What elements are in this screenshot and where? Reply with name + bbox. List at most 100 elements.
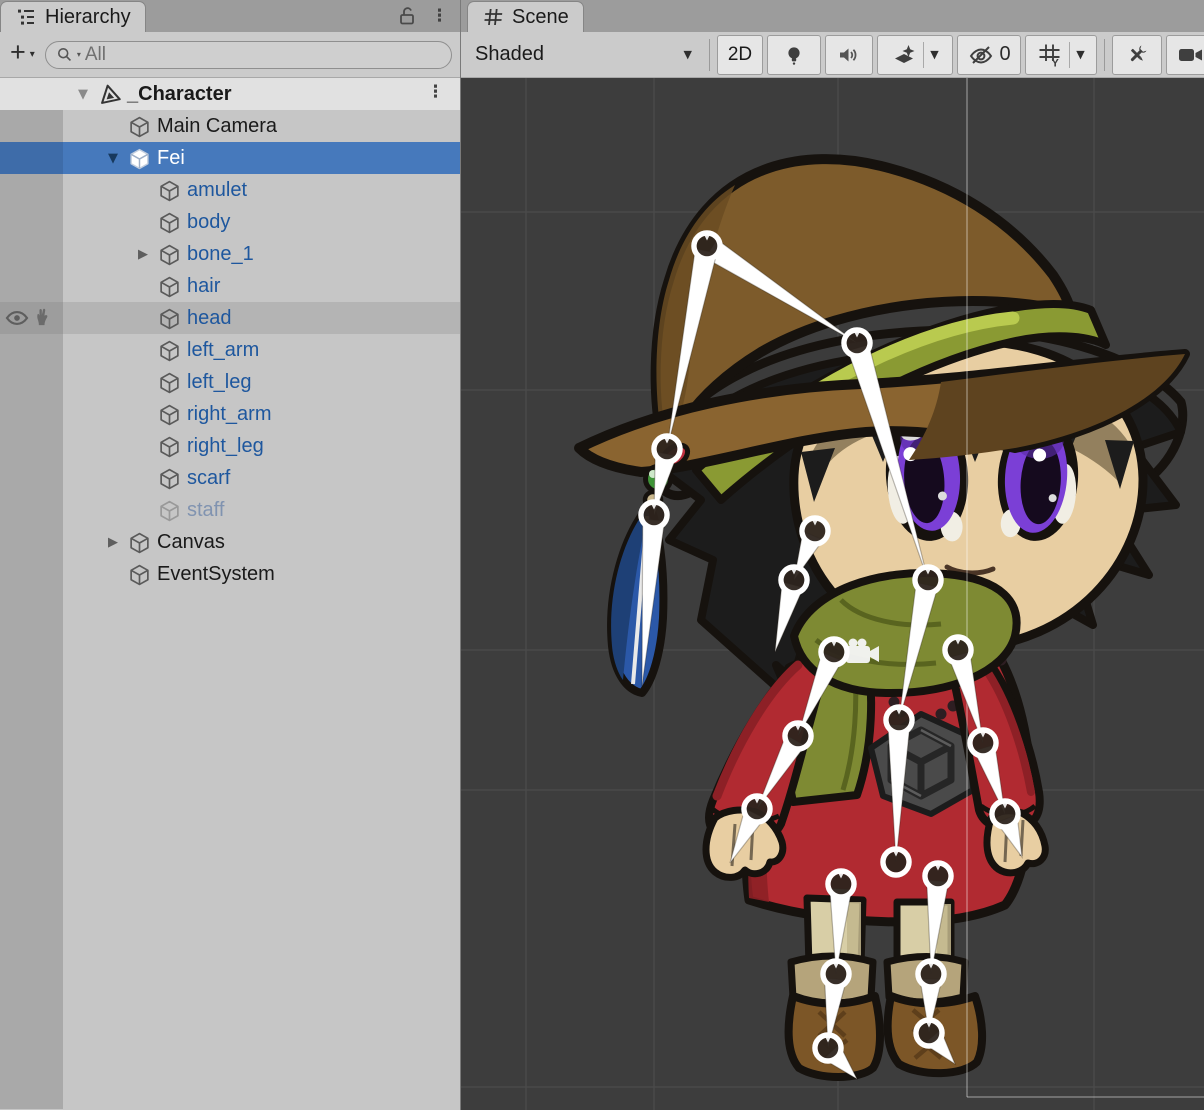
cube-icon [158, 339, 181, 362]
scene-canvas[interactable] [461, 78, 1204, 1110]
customize-tools-button[interactable] [1112, 35, 1162, 75]
hierarchy-row-body[interactable]: body [0, 206, 460, 238]
hierarchy-toolbar: + ▾ ▾ [0, 32, 460, 78]
row-label: scarf [187, 467, 230, 490]
hierarchy-row-Main Camera[interactable]: Main Camera [0, 110, 460, 142]
gameobject-icon [156, 209, 182, 235]
add-object-dropdown-icon[interactable]: ▾ [30, 49, 35, 60]
row-label: Main Camera [157, 115, 277, 138]
hierarchy-panel: Hierarchy ⋮ + ▾ [0, 0, 460, 1110]
hierarchy-row-right_leg[interactable]: right_leg [0, 430, 460, 462]
hierarchy-row-Fei[interactable]: ▼ Fei [0, 142, 460, 174]
lighting-toggle-button[interactable] [767, 35, 821, 75]
gameobject-icon [156, 465, 182, 491]
draw-mode-caret-icon: ▼ [684, 48, 692, 61]
2d-toggle-button[interactable]: 2D [717, 35, 763, 75]
cube-icon [128, 563, 151, 586]
row-label: EventSystem [157, 563, 275, 586]
row-visibility-controls[interactable] [4, 305, 56, 331]
cube-icon [158, 499, 181, 522]
eye-icon[interactable] [4, 305, 30, 331]
scene-options-icon[interactable]: ⋮ [427, 84, 444, 101]
lock-open-icon[interactable] [397, 5, 417, 27]
cube-icon [158, 179, 181, 202]
audio-toggle-button[interactable] [825, 35, 873, 75]
prefab-cube-icon [128, 147, 151, 170]
gameobject-icon [156, 401, 182, 427]
gameobject-icon [156, 273, 182, 299]
expand-arrow-icon[interactable]: ▶ [130, 247, 156, 262]
hierarchy-row-amulet[interactable]: amulet [0, 174, 460, 206]
hierarchy-row-Canvas[interactable]: ▶ Canvas [0, 526, 460, 558]
gameobject-icon [156, 369, 182, 395]
search-input[interactable] [85, 44, 441, 66]
audio-icon [837, 43, 861, 67]
cube-icon [158, 211, 181, 234]
hierarchy-searchbox[interactable]: ▾ [45, 41, 452, 69]
scene-visibility-button[interactable]: 0 [957, 35, 1021, 75]
scene-viewport[interactable] [461, 78, 1204, 1110]
hierarchy-row-left_arm[interactable]: left_arm [0, 334, 460, 366]
gameobject-icon [126, 529, 152, 555]
expand-arrow-icon[interactable]: ▼ [70, 87, 96, 102]
cube-icon [158, 371, 181, 394]
scene-tabbar: Scene [461, 0, 1204, 32]
hierarchy-menu-icon[interactable]: ⋮ [431, 8, 448, 25]
hierarchy-empty-area[interactable] [0, 590, 460, 1109]
row-label: left_leg [187, 371, 252, 394]
hierarchy-row-hair[interactable]: hair [0, 270, 460, 302]
row-label: staff [187, 499, 224, 522]
cube-icon [158, 307, 181, 330]
hierarchy-row-left_leg[interactable]: left_leg [0, 366, 460, 398]
camera-settings-button[interactable] [1166, 35, 1204, 75]
effects-menu-button[interactable]: ▼ [877, 35, 953, 75]
hierarchy-tab-label: Hierarchy [45, 6, 131, 29]
hierarchy-tree: ▼ _Character⋮ Main Camera ▼ Fei amulet bo… [0, 78, 460, 590]
scene-tab-label: Scene [512, 6, 569, 29]
cube-icon [158, 467, 181, 490]
draw-mode-dropdown[interactable]: Shaded ▼ [469, 35, 702, 75]
grid-icon [482, 6, 504, 28]
row-label: left_arm [187, 339, 259, 362]
row-label: Canvas [157, 531, 225, 554]
toolbar-separator [709, 39, 710, 71]
row-label: Fei [157, 147, 185, 170]
hierarchy-row-scarf[interactable]: scarf [0, 462, 460, 494]
hidden-count: 0 [999, 43, 1010, 66]
cube-icon [158, 435, 181, 458]
tab-hierarchy[interactable]: Hierarchy [0, 1, 146, 32]
row-label: right_leg [187, 435, 264, 458]
hierarchy-row-EventSystem[interactable]: EventSystem [0, 558, 460, 590]
cube-icon [128, 115, 151, 138]
hierarchy-row-head[interactable]: head [0, 302, 460, 334]
gameobject-icon [126, 145, 152, 171]
unity-scene-icon [98, 83, 121, 106]
expand-arrow-icon[interactable]: ▶ [100, 535, 126, 550]
light-icon [782, 43, 806, 67]
grid-settings-button[interactable]: Y ▼ [1025, 35, 1097, 75]
tab-scene[interactable]: Scene [467, 1, 584, 32]
gameobject-icon [126, 561, 152, 587]
search-filter-caret-icon[interactable]: ▾ [77, 50, 81, 59]
hierarchy-row-bone_1[interactable]: ▶ bone_1 [0, 238, 460, 270]
pick-icon[interactable] [30, 305, 56, 331]
gameobject-icon [156, 433, 182, 459]
expand-arrow-icon[interactable]: ▼ [100, 151, 126, 166]
row-label: hair [187, 275, 220, 298]
hierarchy-row-staff[interactable]: staff [0, 494, 460, 526]
cube-icon [128, 531, 151, 554]
row-label: head [187, 307, 232, 330]
gameobject-icon [156, 497, 182, 523]
effects-dropdown-icon[interactable]: ▼ [930, 48, 938, 61]
cube-icon [158, 403, 181, 426]
gameobject-icon [126, 113, 152, 139]
tools-icon [1124, 42, 1150, 68]
hierarchy-row-right_arm[interactable]: right_arm [0, 398, 460, 430]
add-object-button[interactable]: + [10, 39, 26, 66]
effects-icon [891, 42, 917, 68]
draw-mode-label: Shaded [475, 43, 544, 66]
visibility-off-icon [967, 42, 995, 68]
hierarchy-tabbar: Hierarchy ⋮ [0, 0, 460, 32]
grid-dropdown-icon[interactable]: ▼ [1076, 48, 1084, 61]
hierarchy-row-_Character[interactable]: ▼ _Character⋮ [0, 78, 460, 110]
